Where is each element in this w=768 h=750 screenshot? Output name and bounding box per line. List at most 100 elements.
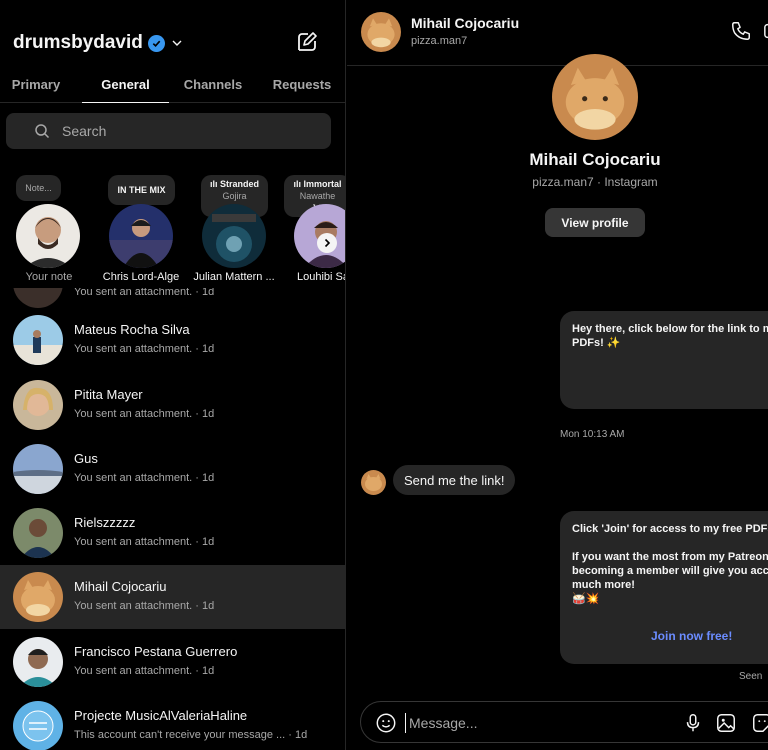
- avatar: [13, 701, 63, 750]
- chat-username: pizza.man7: [411, 35, 468, 47]
- avatar[interactable]: [361, 12, 401, 52]
- image-icon: [717, 714, 735, 732]
- note-item[interactable]: IN THE MIX Chris Lord-Alge: [101, 172, 181, 288]
- video-icon: [764, 23, 768, 39]
- conversation-name: Mihail Cojocariu: [74, 579, 167, 594]
- message-bubble[interactable]: Hey there, click below for the link to m…: [560, 311, 768, 409]
- tab-channels[interactable]: Channels: [176, 66, 250, 103]
- note-bubble[interactable]: IN THE MIX: [108, 175, 175, 205]
- note-song-artist: Nawathe: [299, 191, 336, 201]
- notes-strip: Note... Your note IN THE MIX Chris Lord-…: [0, 172, 345, 288]
- avatar: [361, 470, 386, 495]
- avatar: [13, 572, 63, 622]
- voice-message-button[interactable]: [682, 712, 704, 739]
- add-photo-button[interactable]: [715, 712, 737, 739]
- avatar: [109, 204, 173, 268]
- compose-icon: [298, 32, 317, 51]
- conversation-name: Francisco Pestana Guerrero: [74, 644, 238, 659]
- message-text: becoming a member will give you acce: [572, 565, 768, 577]
- chat-title[interactable]: Mihail Cojocariu: [411, 15, 519, 31]
- profile-name: Mihail Cojocariu: [529, 150, 661, 169]
- note-song-artist: Gojira: [222, 191, 247, 201]
- note-item[interactable]: ılı Immortal Nawathe J-5 Louhibi Sa: [284, 172, 345, 288]
- video-call-button[interactable]: [763, 20, 768, 47]
- avatar: [13, 637, 63, 687]
- account-username: drumsbydavid: [13, 32, 143, 53]
- note-item[interactable]: ılı Stranded Gojira // Julian Mattern ..…: [193, 172, 275, 288]
- note-label: Chris Lord-Alge: [102, 271, 180, 283]
- note-song-title: Stranded: [220, 179, 260, 189]
- search-input[interactable]: Search: [6, 113, 331, 149]
- avatar: [13, 315, 63, 365]
- avatar: [13, 288, 63, 308]
- note-label: Julian Mattern ...: [193, 271, 275, 283]
- tab-requests[interactable]: Requests: [266, 66, 338, 103]
- message-text: PDFs! ✨: [572, 337, 621, 349]
- tab-primary[interactable]: Primary: [0, 66, 72, 103]
- message-composer: [360, 701, 768, 743]
- smiley-icon: [376, 713, 396, 733]
- conversation-row[interactable]: Mateus Rocha Silva You sent an attachmen…: [0, 308, 345, 372]
- conversation-preview: You sent an attachment. · 1d: [74, 600, 215, 612]
- verified-badge-icon: [147, 34, 165, 52]
- conversation-preview: This account can't receive your message …: [74, 729, 308, 741]
- chevron-down-icon: [171, 37, 183, 49]
- notes-next-button[interactable]: [317, 233, 337, 253]
- avatar: [16, 204, 80, 268]
- inbox-tabs: Primary General Channels Requests: [0, 66, 345, 103]
- sticker-icon: [753, 714, 768, 732]
- seen-indicator: Seen: [739, 671, 763, 682]
- conversation-name: Projecte MusicAlValeriaHaline: [74, 708, 248, 723]
- emoji-button[interactable]: [375, 712, 397, 739]
- conversation-row[interactable]: Francisco Pestana Guerrero You sent an a…: [0, 630, 345, 694]
- profile-subtitle: pizza.man7 · Instagram: [532, 175, 658, 189]
- search-placeholder: Search: [62, 123, 107, 139]
- message-text: Hey there, click below for the link to m: [572, 323, 768, 335]
- conversation-name: Pitita Mayer: [74, 387, 143, 402]
- conversation-preview: You sent an attachment. · 1d: [74, 288, 215, 298]
- audio-call-button[interactable]: [730, 20, 752, 47]
- new-message-button[interactable]: [294, 29, 320, 55]
- conversation-row[interactable]: Rielszzzzz You sent an attachment. · 1d: [0, 501, 345, 565]
- message-timestamp: Mon 10:13 AM: [560, 429, 625, 440]
- conversation-preview: You sent an attachment. · 1d: [74, 343, 215, 355]
- view-profile-button[interactable]: View profile: [545, 208, 645, 237]
- conversation-name: Mateus Rocha Silva: [74, 322, 190, 337]
- message-bubble-received[interactable]: Send me the link!: [393, 465, 516, 495]
- conversation-name: Gus: [74, 451, 98, 466]
- note-label: Louhibi Sa: [297, 271, 346, 283]
- conversation-row-selected[interactable]: Mihail Cojocariu You sent an attachment.…: [0, 565, 345, 629]
- conversation-name: Rielszzzzz: [74, 515, 136, 530]
- avatar: [13, 508, 63, 558]
- conversation-row[interactable]: Gus You sent an attachment. · 1d: [0, 437, 345, 501]
- search-icon: [35, 124, 50, 139]
- message-emoji: 🥁💥: [572, 593, 600, 605]
- avatar: [13, 444, 63, 494]
- chat-header: Mihail Cojocariu pizza.man7: [347, 0, 768, 66]
- note-label: Your note: [25, 271, 73, 283]
- avatar: [202, 204, 266, 268]
- avatar: [13, 380, 63, 430]
- message-text: Click 'Join' for access to my free PDFs: [572, 523, 768, 535]
- microphone-icon: [686, 714, 700, 732]
- chat-panel: Mihail Cojocariu pizza.man7 Mihail Cojoc…: [347, 0, 768, 750]
- account-switcher[interactable]: drumsbydavid: [13, 30, 183, 56]
- message-input[interactable]: [405, 713, 665, 733]
- conversation-preview: You sent an attachment. · 1d: [74, 408, 215, 420]
- conversation-preview: You sent an attachment. · 1d: [74, 665, 215, 677]
- note-item[interactable]: Note... Your note: [9, 172, 89, 288]
- conversation-row[interactable]: Pitita Mayer You sent an attachment. · 1…: [0, 373, 345, 437]
- message-bubble[interactable]: Click 'Join' for access to my free PDFs …: [560, 511, 768, 664]
- sidebar: drumsbydavid Primary General Channels Re…: [0, 0, 346, 750]
- conversation-row[interactable]: Projecte MusicAlValeriaHaline This accou…: [0, 694, 345, 750]
- note-bubble[interactable]: Note...: [16, 175, 61, 201]
- join-now-link[interactable]: Join now free!: [651, 629, 732, 643]
- profile-avatar: [552, 54, 638, 140]
- conversation-preview: You sent an attachment. · 1d: [74, 536, 215, 548]
- tab-general[interactable]: General: [82, 66, 169, 103]
- sticker-button[interactable]: [751, 712, 768, 739]
- phone-icon: [732, 22, 750, 40]
- message-text: If you want the most from my Patreon: [572, 551, 768, 563]
- conversation-preview: You sent an attachment. · 1d: [74, 472, 215, 484]
- note-song-title: Immortal: [303, 179, 342, 189]
